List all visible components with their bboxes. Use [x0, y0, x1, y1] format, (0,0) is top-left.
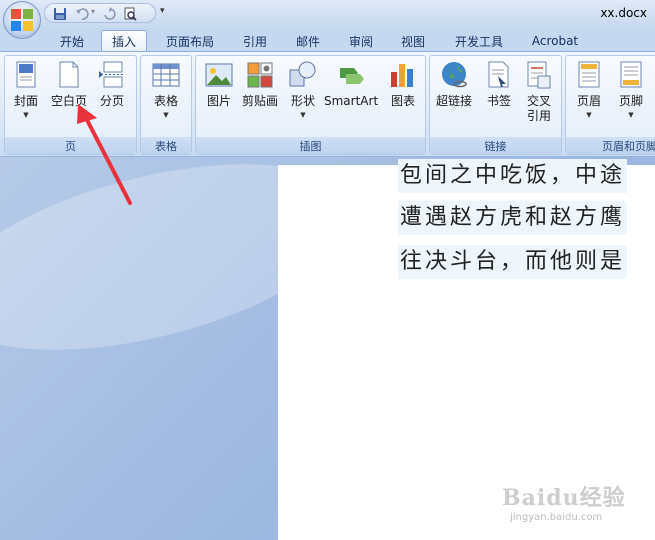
tab-view[interactable]: 视图	[391, 30, 435, 52]
group-links-label: 链接	[430, 137, 561, 154]
watermark-logo: Baidu经验	[502, 485, 626, 511]
document-line[interactable]: 往决斗台，而他则是	[398, 245, 628, 279]
page-break-icon	[99, 61, 125, 88]
tab-acrobat[interactable]: Acrobat	[523, 30, 587, 52]
group-illustrations: 图片 剪贴画 形状 ▼ SmartArt 图表 插图	[195, 55, 426, 155]
cross-reference-button[interactable]: 交叉 引用	[524, 60, 554, 124]
tab-developer[interactable]: 开发工具	[447, 30, 511, 52]
cover-page-button[interactable]: 封面 ▼	[11, 60, 41, 119]
header-button[interactable]: 页眉 ▼	[574, 60, 604, 119]
save-icon[interactable]	[53, 7, 67, 21]
blank-page-icon	[59, 61, 79, 88]
cover-page-icon	[16, 61, 36, 88]
shapes-icon	[289, 61, 316, 87]
baidu-watermark: Baidu经验 jingyan.baidu.com	[502, 480, 642, 523]
smartart-icon	[340, 68, 365, 84]
hyperlink-icon	[442, 62, 467, 88]
tab-review[interactable]: 审阅	[339, 30, 383, 52]
group-tables: 表格 ▼ 表格	[140, 55, 192, 155]
chevron-down-icon: ▼	[628, 111, 634, 119]
cross-reference-icon	[527, 61, 551, 89]
group-header-footer: 页眉 ▼ 页脚 ▼ 页眉和页脚	[565, 55, 655, 155]
smartart-button[interactable]: SmartArt	[324, 60, 378, 109]
tab-home[interactable]: 开始	[50, 30, 94, 52]
bookmark-button[interactable]: 书签	[484, 60, 514, 109]
ribbon: 封面 ▼ 空白页 分页 页 表格 ▼ 表格 图片 剪贴画 形状 ▼ SmartA…	[0, 51, 655, 157]
group-pages: 封面 ▼ 空白页 分页 页	[4, 55, 137, 155]
footer-button[interactable]: 页脚 ▼	[616, 60, 646, 119]
page-break-button[interactable]: 分页	[97, 60, 127, 109]
table-icon	[152, 63, 180, 87]
bookmark-icon	[488, 61, 509, 88]
picture-icon	[205, 63, 233, 87]
shapes-button[interactable]: 形状 ▼	[288, 60, 318, 119]
watermark-url: jingyan.baidu.com	[510, 512, 603, 523]
group-header-footer-label: 页眉和页脚	[566, 137, 655, 154]
chevron-down-icon: ▼	[23, 111, 29, 119]
tab-insert[interactable]: 插入	[101, 30, 147, 52]
undo-icon[interactable]	[75, 7, 89, 21]
chevron-down-icon: ▼	[586, 111, 592, 119]
chart-icon	[391, 64, 413, 87]
tab-page-layout[interactable]: 页面布局	[158, 30, 222, 52]
group-links: 超链接 书签 交叉 引用 链接	[429, 55, 562, 155]
tab-references[interactable]: 引用	[233, 30, 277, 52]
quick-access-toolbar: ▾	[44, 3, 156, 23]
print-preview-icon[interactable]	[123, 7, 137, 21]
group-pages-label: 页	[5, 137, 136, 154]
chevron-down-icon: ▼	[163, 111, 169, 119]
blank-page-button[interactable]: 空白页	[51, 60, 87, 109]
redo-icon[interactable]	[103, 7, 117, 21]
header-icon	[578, 61, 600, 88]
window-title: xx.docx	[600, 6, 647, 20]
tab-mailings[interactable]: 邮件	[286, 30, 330, 52]
document-line[interactable]: 包间之中吃饭，中途	[398, 159, 628, 193]
clip-art-button[interactable]: 剪贴画	[242, 60, 278, 109]
title-bar: ▾ ▾ xx.docx	[0, 0, 655, 28]
table-button[interactable]: 表格 ▼	[151, 60, 181, 119]
chevron-down-icon: ▼	[300, 111, 306, 119]
clip-art-icon	[247, 62, 273, 88]
ribbon-tab-bar: 开始 插入 页面布局 引用 邮件 审阅 视图 开发工具 Acrobat	[0, 28, 655, 52]
chart-button[interactable]: 图表	[388, 60, 418, 109]
office-button[interactable]	[3, 1, 41, 39]
group-tables-label: 表格	[141, 137, 191, 154]
customize-qat-icon[interactable]: ▾	[160, 6, 165, 16]
document-line[interactable]: 遭遇赵方虎和赵方鹰	[398, 201, 628, 235]
group-illustrations-label: 插图	[196, 137, 425, 154]
hyperlink-button[interactable]: 超链接	[436, 60, 472, 109]
footer-icon	[620, 61, 642, 88]
picture-button[interactable]: 图片	[204, 60, 234, 109]
office-logo-icon	[11, 9, 33, 31]
undo-dropdown-icon[interactable]: ▾	[91, 7, 95, 16]
